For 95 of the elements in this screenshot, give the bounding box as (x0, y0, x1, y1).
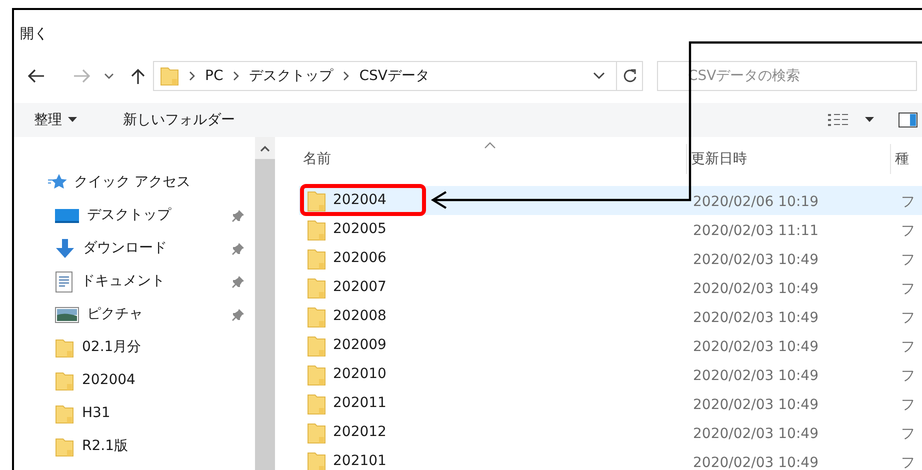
breadcrumb-item[interactable]: デスクトップ (249, 66, 334, 86)
folder-icon (55, 436, 74, 456)
file-type: フ (901, 396, 915, 412)
column-header[interactable]: 名前 (303, 148, 331, 170)
modified-date: 2020/02/06 10:19 (693, 194, 818, 210)
file-type: フ (901, 252, 915, 268)
file-name: 202101 (333, 452, 386, 470)
file-name: 202010 (333, 365, 386, 384)
modified-date: 2020/02/03 11:11 (693, 222, 818, 238)
refresh-button[interactable] (617, 61, 643, 91)
folder-icon (160, 66, 179, 86)
file-row[interactable]: 202005 2020/02/03 11:11 フ (299, 215, 922, 244)
file-type: フ (901, 426, 915, 442)
file-row[interactable]: 202004 2020/02/06 10:19 フ (299, 186, 922, 215)
file-row[interactable]: 202008 2020/02/03 10:49 フ (299, 302, 922, 331)
file-row[interactable]: 202010 2020/02/03 10:49 フ (299, 360, 922, 389)
sidebar-item[interactable]: H31 (82, 403, 245, 424)
folder-icon (307, 422, 326, 444)
chevron-right-icon (233, 71, 240, 81)
file-name: 202005 (333, 220, 386, 239)
chevron-right-icon (189, 71, 195, 81)
file-name: 202011 (333, 394, 386, 413)
folder-icon (307, 218, 326, 240)
preview-pane-icon[interactable] (898, 112, 918, 128)
file-name: 202007 (333, 278, 386, 297)
folder-icon (307, 364, 326, 386)
file-row[interactable]: 202011 2020/02/03 10:49 フ (299, 389, 922, 418)
file-type: フ (901, 368, 915, 384)
up-arrow-icon[interactable] (130, 67, 146, 85)
organize-menu-button[interactable]: 整理 (34, 110, 77, 130)
folder-icon (55, 404, 74, 424)
breadcrumb-item[interactable]: CSVデータ (359, 66, 430, 86)
chevron-down-icon[interactable] (104, 72, 114, 80)
caret-down-icon (68, 117, 77, 123)
sidebar-item[interactable]: デスクトップ (87, 205, 231, 226)
file-type: フ (901, 454, 915, 470)
folder-icon (55, 338, 74, 358)
sort-ascending-icon (484, 142, 496, 149)
sidebar-item[interactable]: ダウンロード (83, 238, 231, 259)
file-name: 202012 (333, 423, 386, 442)
folder-icon (307, 450, 326, 470)
file-row[interactable]: 202009 2020/02/03 10:49 フ (299, 331, 922, 360)
chevron-right-icon (343, 71, 350, 81)
chevron-up-icon (260, 144, 270, 152)
sidebar-item[interactable]: ピクチャ (87, 304, 231, 325)
sidebar-item[interactable]: クイック アクセス (74, 172, 190, 192)
modified-date: 2020/02/03 10:49 (693, 338, 818, 354)
down-arrow-icon (55, 238, 75, 258)
folder-icon (55, 370, 74, 390)
view-options-icon[interactable] (827, 112, 849, 128)
modified-date: 2020/02/03 10:49 (693, 252, 818, 268)
file-type: フ (901, 194, 915, 210)
modified-date: 2020/02/03 10:49 (693, 454, 818, 470)
refresh-icon (622, 69, 636, 83)
file-name: 202008 (333, 307, 386, 326)
breadcrumb-item[interactable]: PC (205, 66, 224, 86)
file-row[interactable]: 202012 2020/02/03 10:49 フ (299, 418, 922, 447)
file-name: 202009 (333, 336, 386, 355)
modified-date: 2020/02/03 10:49 (693, 426, 818, 442)
folder-icon (307, 248, 326, 270)
back-arrow-icon[interactable] (26, 68, 46, 84)
address-bar[interactable]: PC デスクトップ CSVデータ (153, 61, 617, 91)
picture-icon (55, 306, 79, 322)
window-title: 開く (20, 25, 48, 44)
file-row[interactable]: 202101 2020/02/03 10:49 フ (299, 447, 922, 470)
sidebar-item[interactable]: 202004 (82, 370, 245, 391)
folder-icon (307, 190, 326, 212)
file-row[interactable]: 202006 2020/02/03 10:49 フ (299, 244, 922, 273)
sidebar-item[interactable]: 02.1月分 (82, 337, 245, 358)
column-header[interactable]: 更新日時 (691, 148, 747, 170)
scrollbar-thumb[interactable] (255, 159, 275, 470)
folder-icon (307, 276, 326, 298)
file-type: フ (901, 310, 915, 326)
caret-down-icon[interactable] (865, 117, 874, 123)
file-name: 202006 (333, 249, 386, 268)
document-icon (55, 270, 73, 292)
folder-icon (307, 306, 326, 328)
file-type: フ (901, 222, 915, 238)
sidebar-item[interactable]: R2.1版 (82, 436, 245, 457)
sidebar-item[interactable]: ドキュメント (81, 271, 231, 292)
chevron-down-icon[interactable] (593, 72, 605, 80)
modified-date: 2020/02/03 10:49 (693, 310, 818, 326)
star-icon (48, 173, 68, 191)
file-type: フ (901, 338, 915, 354)
file-name: 202004 (333, 191, 386, 210)
modified-date: 2020/02/03 10:49 (693, 396, 818, 412)
column-header[interactable]: 種 (895, 148, 909, 170)
modified-date: 2020/02/03 10:49 (693, 368, 818, 384)
file-row[interactable]: 202007 2020/02/03 10:49 フ (299, 273, 922, 302)
desktop-icon (55, 208, 79, 224)
folder-icon (307, 334, 326, 356)
modified-date: 2020/02/03 10:49 (693, 280, 818, 296)
new-folder-button[interactable]: 新しいフォルダー (123, 110, 235, 130)
file-type: フ (901, 280, 915, 296)
folder-icon (307, 392, 326, 414)
